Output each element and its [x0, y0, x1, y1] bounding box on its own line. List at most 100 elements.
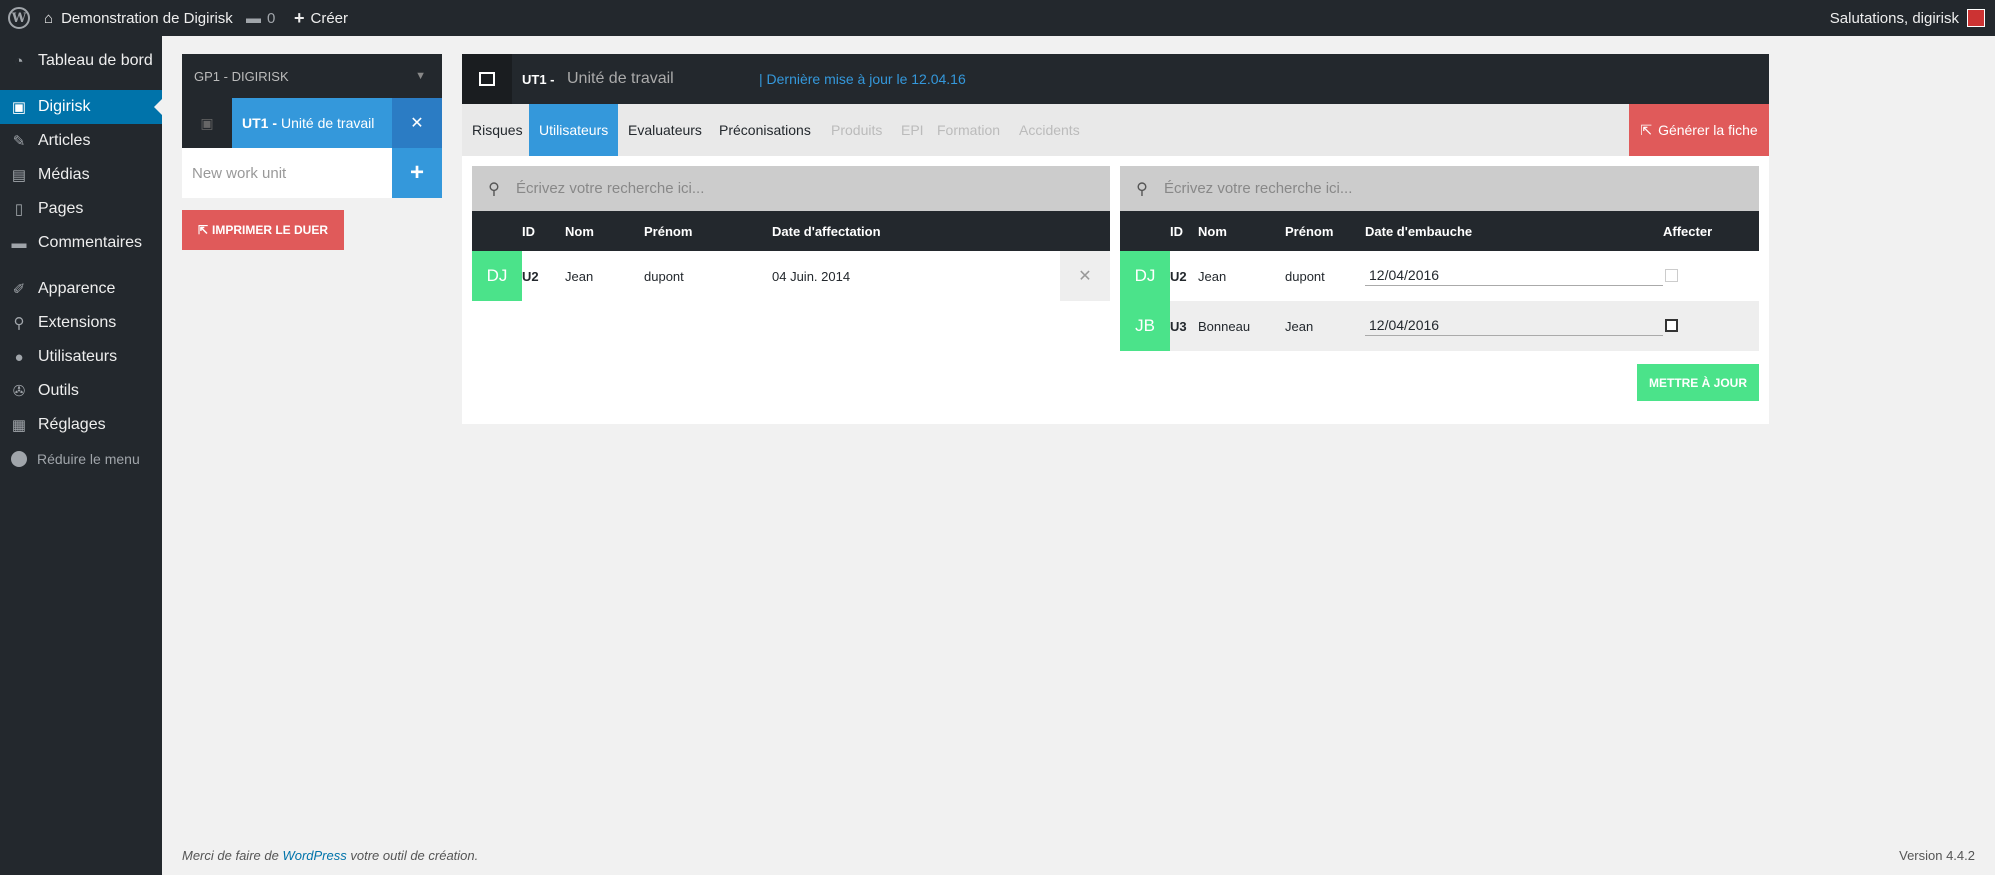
wordpress-logo-icon[interactable]: W: [8, 0, 32, 36]
last-update-label: | Dernière mise à jour le 12.04.16: [759, 71, 966, 87]
footer-credit: Merci de faire de WordPress votre outil …: [182, 848, 478, 863]
tab-produits[interactable]: Produits: [821, 104, 892, 156]
column-header: Prénom: [1285, 223, 1334, 239]
comments-count: 0: [267, 9, 276, 27]
unit-title[interactable]: Unité de travail: [567, 54, 674, 104]
greeting-label: Salutations, digirisk: [1829, 9, 1959, 27]
assign-checkbox[interactable]: [1665, 319, 1678, 332]
comment-icon: ▬: [246, 9, 261, 27]
column-header: Date d'affectation: [772, 223, 881, 239]
wrench-icon: ✇: [12, 383, 26, 400]
menu-item-users[interactable]: ● Utilisateurs: [0, 340, 162, 374]
avatar: [1967, 9, 1985, 27]
generate-sheet-button[interactable]: ⇱ Générer la fiche: [1629, 104, 1769, 156]
admin-bar: W ⌂ Demonstration de Digirisk ▬ 0 + Crée…: [0, 0, 1995, 36]
hire-date-input[interactable]: [1365, 264, 1663, 286]
menu-item-appearance[interactable]: ✐ Apparence: [0, 272, 162, 306]
table-row: JB U3 Bonneau Jean: [1120, 301, 1759, 351]
image-placeholder-icon: ▣: [182, 98, 232, 148]
comments-link[interactable]: ▬ 0: [246, 0, 275, 36]
search-icon: ⚲: [488, 180, 500, 198]
unassign-user-button[interactable]: ✕: [1060, 251, 1110, 301]
menu-item-label: Réglages: [38, 416, 106, 433]
new-content-link[interactable]: + Créer: [294, 0, 348, 36]
menu-item-dashboard[interactable]: ◔ Tableau de bord: [0, 44, 162, 78]
collapse-menu-button[interactable]: Réduire le menu: [0, 442, 162, 476]
user-id: U2: [522, 268, 539, 284]
user-lastname: Jean: [565, 268, 594, 284]
unit-image-icon[interactable]: [462, 54, 512, 104]
tab-formation[interactable]: Formation: [927, 104, 1010, 156]
group-selector[interactable]: GP1 - DIGIRISK ▼: [182, 54, 442, 98]
print-duer-button[interactable]: ⇱ IMPRIMER LE DUER: [182, 210, 344, 250]
menu-item-pages[interactable]: ▯ Pages: [0, 192, 162, 226]
menu-item-settings[interactable]: ▦ Réglages: [0, 408, 162, 442]
column-header: ID: [522, 223, 535, 239]
menu-item-tools[interactable]: ✇ Outils: [0, 374, 162, 408]
home-icon: ⌂: [44, 9, 54, 27]
unit-ref: UT1 -: [242, 115, 277, 131]
new-unit-form: +: [182, 148, 442, 198]
menu-item-label: Utilisateurs: [38, 348, 118, 365]
caret-down-icon: ▼: [415, 70, 426, 82]
hire-date-input[interactable]: [1365, 314, 1663, 336]
menu-item-extensions[interactable]: ⚲ Extensions: [0, 306, 162, 340]
tab-evaluateurs[interactable]: Evaluateurs: [618, 104, 712, 156]
menu-item-label: Digirisk: [38, 98, 91, 115]
unit-name: Unité de travail: [281, 115, 375, 131]
tab-risques[interactable]: Risques: [462, 104, 533, 156]
tab-preconisations[interactable]: Préconisations: [709, 104, 821, 156]
column-header: Affecter: [1663, 223, 1713, 239]
tab-utilisateurs[interactable]: Utilisateurs: [529, 104, 619, 156]
menu-item-label: Articles: [38, 132, 91, 149]
affected-users-search: ⚲: [472, 166, 1110, 211]
column-header: Prénom: [644, 223, 693, 239]
menu-item-label: Commentaires: [38, 234, 143, 251]
add-unit-button[interactable]: +: [392, 148, 442, 198]
menu-item-label: Extensions: [38, 314, 117, 331]
table-row: DJ U2 Jean dupont: [1120, 251, 1759, 301]
user-firstname: dupont: [1285, 268, 1325, 284]
generate-sheet-label: Générer la fiche: [1658, 122, 1758, 138]
user-lastname: Jean: [1198, 268, 1227, 284]
dashboard-icon: ◔: [14, 52, 24, 70]
assign-checkbox[interactable]: [1665, 269, 1678, 282]
user-id: U3: [1170, 318, 1187, 334]
menu-item-digirisk[interactable]: ▣ Digirisk: [0, 90, 162, 124]
affected-users-header: ID Nom Prénom Date d'affectation: [472, 211, 1110, 251]
group-label: GP1 - DIGIRISK: [194, 68, 289, 84]
menu-item-articles[interactable]: ✎ Articles: [0, 124, 162, 158]
column-header: Nom: [1198, 223, 1227, 239]
tab-accidents[interactable]: Accidents: [1009, 104, 1090, 156]
footer-text-after: votre outil de création.: [346, 848, 479, 863]
update-button[interactable]: METTRE À JOUR: [1637, 364, 1759, 401]
work-unit-item[interactable]: ▣ UT1 - Unité de travail ✕: [182, 98, 442, 148]
wordpress-link[interactable]: WordPress: [282, 848, 346, 863]
tab-bar: Risques Utilisateurs Evaluateurs Préconi…: [462, 104, 1769, 156]
search-icon: ⚲: [1136, 180, 1148, 198]
print-duer-label: IMPRIMER LE DUER: [212, 223, 329, 237]
account-link[interactable]: Salutations, digirisk: [1830, 0, 1985, 36]
affected-users-search-input[interactable]: [516, 166, 1110, 211]
unit-ref: UT1 -: [522, 71, 555, 87]
site-name-link[interactable]: ⌂ Demonstration de Digirisk: [44, 0, 233, 36]
user-icon: ●: [14, 348, 24, 366]
menu-item-label: Apparence: [38, 280, 116, 297]
new-unit-input[interactable]: [182, 148, 392, 198]
available-users-header: ID Nom Prénom Date d'embauche Affecter: [1120, 211, 1759, 251]
delete-unit-button[interactable]: ✕: [392, 98, 442, 148]
menu-item-comments[interactable]: ▬ Commentaires: [0, 226, 162, 260]
brush-icon: ✐: [12, 281, 26, 298]
share-icon: ⇱: [1640, 121, 1653, 138]
assignment-date: 04 Juin. 2014: [772, 268, 851, 284]
user-firstname: Jean: [1285, 318, 1314, 334]
user-avatar: DJ: [1120, 251, 1170, 301]
user-avatar: JB: [1120, 301, 1170, 351]
menu-item-media[interactable]: ▤ Médias: [0, 158, 162, 192]
collapse-menu-label: Réduire le menu: [37, 451, 140, 467]
menu-item-label: Médias: [38, 166, 90, 183]
footer-text-before: Merci de faire de: [182, 848, 283, 863]
available-users-search: ⚲: [1120, 166, 1759, 211]
user-id: U2: [1170, 268, 1187, 284]
available-users-search-input[interactable]: [1164, 166, 1759, 211]
